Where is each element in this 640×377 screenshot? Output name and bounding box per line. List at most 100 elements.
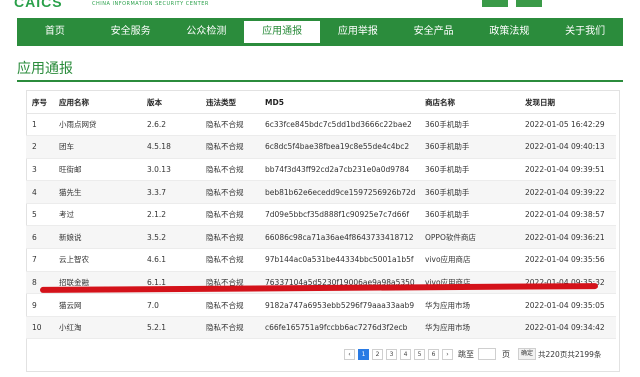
top-header-strip: CAICS CHINA INFORMATION SECURITY CENTER — [0, 0, 640, 18]
nav-item-policies[interactable]: 政策法规 — [472, 18, 548, 46]
cell-app-name[interactable]: 新娘说 — [53, 225, 141, 250]
table-header-row: 序号 应用名称 版本 违法类型 MD5 商店名称 发现日期 — [26, 92, 616, 114]
cell-md5: 7d09e5bbcf35d888f1c90925e7c7d66f — [259, 203, 419, 227]
page-title: 应用通报 — [17, 61, 73, 77]
nav-item-home[interactable]: 首页 — [17, 18, 93, 46]
cell-store: 360手机助手 — [419, 180, 519, 204]
cell-index: 5 — [26, 203, 53, 227]
cell-app-name[interactable]: 猫先生 — [53, 180, 141, 204]
cell-date: 2022-01-05 16:42:29 — [519, 113, 616, 137]
site-logo-subtitle: CHINA INFORMATION SECURITY CENTER — [92, 1, 209, 7]
col-header-version: 版本 — [141, 92, 200, 114]
cell-md5: c66fe165751a9fccbb6ac7276d3f2ecb — [259, 316, 419, 340]
col-header-violation-type: 违法类型 — [200, 92, 259, 114]
site-logo[interactable]: CAICS — [14, 0, 63, 10]
cell-app-name[interactable]: 小红淘 — [53, 316, 141, 340]
cell-date: 2022-01-04 09:36:21 — [519, 225, 616, 250]
page-button-6[interactable]: 6 — [428, 348, 439, 360]
col-header-store: 商店名称 — [419, 92, 519, 114]
page-button-1[interactable]: 1 — [358, 348, 369, 360]
cell-md5: 9182a747a6953ebb5296f79aaa33aab9 — [259, 293, 419, 317]
cell-md5: bb74f3d43ff92cd2a7cb231e0a0d9784 — [259, 158, 419, 182]
page-button-5[interactable]: 5 — [414, 348, 425, 360]
cell-date: 2022-01-04 09:34:42 — [519, 316, 616, 340]
cell-store: 360手机助手 — [419, 203, 519, 227]
jump-page-input[interactable] — [478, 348, 496, 360]
cell-app-name[interactable]: 云上智农 — [53, 248, 141, 272]
cell-index: 4 — [26, 180, 53, 204]
col-header-date: 发现日期 — [519, 92, 616, 114]
cell-store: vivo应用商店 — [419, 248, 519, 272]
col-header-index: 序号 — [26, 92, 53, 114]
next-page-button[interactable]: › — [442, 348, 453, 360]
cell-date: 2022-01-04 09:39:22 — [519, 180, 616, 204]
cell-md5: beb81b62e6ecedd9ce1597256926b72d — [259, 180, 419, 204]
cell-violation-type: 隐私不合规 — [200, 225, 259, 250]
cell-index: 2 — [26, 135, 53, 159]
cell-app-name[interactable]: 猫云网 — [53, 293, 141, 317]
table-row: 5 考过 2.1.2 隐私不合规 7d09e5bbcf35d888f1c90925e7c… — [26, 203, 616, 227]
jump-to-label: 跳至 — [458, 349, 474, 359]
cell-violation-type: 隐私不合规 — [200, 135, 259, 159]
nav-item-public-testing[interactable]: 公众检测 — [169, 18, 245, 46]
title-divider — [17, 80, 623, 82]
cell-date: 2022-01-04 09:39:51 — [519, 158, 616, 182]
cell-violation-type: 隐私不合规 — [200, 248, 259, 272]
cell-version: 3.3.7 — [141, 180, 200, 204]
page-button-2[interactable]: 2 — [372, 348, 383, 360]
cell-store: 华为应用市场 — [419, 316, 519, 340]
cell-store: 华为应用市场 — [419, 293, 519, 317]
cell-date: 2022-01-04 09:35:05 — [519, 293, 616, 317]
cell-md5: 97b144ac0a531be44334bbc5001a1b5f — [259, 248, 419, 272]
cell-violation-type: 隐私不合规 — [200, 113, 259, 137]
nav-item-app-notices[interactable]: 应用通报 — [244, 21, 320, 43]
cell-md5: 6c8dc5f4bae38fbea19c8e55de4c4bc2 — [259, 135, 419, 159]
cell-app-name[interactable]: 小雨点网贷 — [53, 113, 141, 137]
table-row: 6 新娘说 3.5.2 隐私不合规 66086c98ca71a36ae4f8643733… — [26, 225, 616, 250]
cell-app-name[interactable]: 旺街邮 — [53, 158, 141, 182]
cell-version: 3.0.13 — [141, 158, 200, 182]
table-row: 7 云上智农 4.6.1 隐私不合规 97b144ac0a531be44334bbc50… — [26, 248, 616, 272]
main-nav: 首页 安全服务 公众检测 应用通报 应用举报 安全产品 政策法规 关于我们 — [17, 18, 623, 46]
nav-item-about-us[interactable]: 关于我们 — [547, 18, 623, 46]
cell-app-name[interactable]: 考过 — [53, 203, 141, 227]
page-button-3[interactable]: 3 — [386, 348, 397, 360]
top-register-button[interactable] — [516, 0, 542, 7]
page-unit-label: 页 — [502, 349, 510, 359]
jump-confirm-button[interactable]: 确定 — [518, 348, 537, 360]
cell-md5: 66086c98ca71a36ae4f8643733418712 — [259, 225, 419, 250]
cell-index: 7 — [26, 248, 53, 272]
cell-date: 2022-01-04 09:40:13 — [519, 135, 616, 159]
cell-store: 360手机助手 — [419, 113, 519, 137]
cell-version: 4.6.1 — [141, 248, 200, 272]
cell-store: vivo应用商店 — [419, 271, 519, 295]
nav-item-security-products[interactable]: 安全产品 — [396, 18, 472, 46]
app-notice-table: 序号 应用名称 版本 违法类型 MD5 商店名称 发现日期 1 小雨点网贷 2.6.… — [26, 92, 616, 340]
nav-item-security-services[interactable]: 安全服务 — [93, 18, 169, 46]
table-row: 1 小雨点网贷 2.6.2 隐私不合规 6c33fce845bdc7c5dd1bd366… — [26, 113, 616, 137]
cell-version: 3.5.2 — [141, 225, 200, 250]
page-button-4[interactable]: 4 — [400, 348, 411, 360]
table-row: 3 旺街邮 3.0.13 隐私不合规 bb74f3d43ff92cd2a7cb231e0… — [26, 158, 616, 182]
top-login-button[interactable] — [482, 0, 508, 7]
cell-store: OPPO软件商店 — [419, 225, 519, 250]
table-row: 2 团车 4.5.18 隐私不合规 6c8dc5f4bae38fbea19c8e55de… — [26, 135, 616, 159]
table-row: 4 猫先生 3.3.7 隐私不合规 beb81b62e6ecedd9ce15972569… — [26, 180, 616, 204]
cell-version: 4.5.18 — [141, 135, 200, 159]
cell-violation-type: 隐私不合规 — [200, 203, 259, 227]
cell-index: 6 — [26, 225, 53, 250]
nav-item-app-report[interactable]: 应用举报 — [320, 18, 396, 46]
prev-page-button[interactable]: ‹ — [344, 348, 355, 360]
col-header-app-name: 应用名称 — [53, 92, 141, 114]
cell-index: 1 — [26, 113, 53, 137]
cell-index: 3 — [26, 158, 53, 182]
cell-version: 2.1.2 — [141, 203, 200, 227]
cell-version: 7.0 — [141, 293, 200, 317]
cell-app-name[interactable]: 团车 — [53, 135, 141, 159]
col-header-md5: MD5 — [259, 92, 419, 114]
cell-version: 2.6.2 — [141, 113, 200, 137]
cell-store: 360手机助手 — [419, 135, 519, 159]
cell-index: 10 — [26, 316, 53, 340]
cell-version: 5.2.1 — [141, 316, 200, 340]
pagination: ‹ 1 2 3 4 5 6 › 跳至 页 确定 共220页共2199条 — [344, 348, 601, 360]
